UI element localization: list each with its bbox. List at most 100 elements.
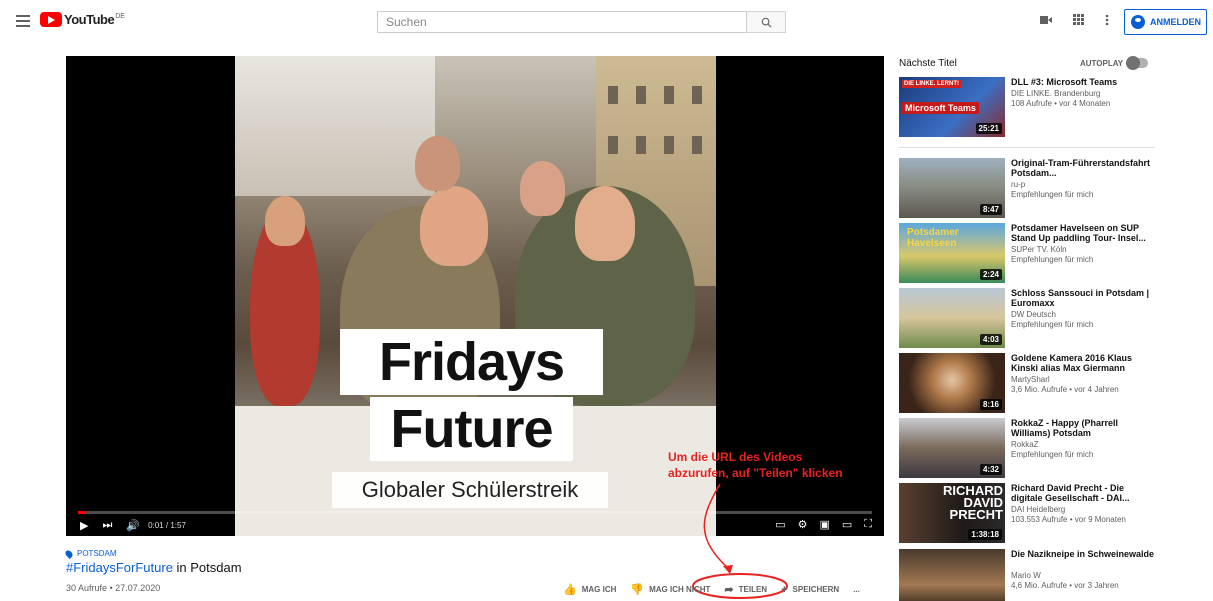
recommended-title: DLL #3: Microsoft Teams (1011, 77, 1118, 87)
share-button[interactable]: ➦ TEILEN (724, 583, 767, 596)
more-label: ... (853, 585, 860, 594)
thumbs-down-icon: 👎 (630, 584, 645, 596)
dislike-button[interactable]: 👎 MAG ICH NICHT (630, 583, 710, 596)
protester-face (265, 196, 305, 246)
sidebar-divider (899, 147, 1155, 148)
recommended-video[interactable]: Die Nazikneipe in Schweinewalde Mario W … (899, 549, 1155, 601)
recommended-channel: RokkaZ (1011, 440, 1039, 449)
theater-mode-icon[interactable]: ▭ (842, 518, 852, 531)
recommended-channel: ru-p (1011, 180, 1026, 189)
recommended-title: Die Nazikneipe in Schweinewalde (1011, 549, 1155, 559)
video-thumbnail[interactable]: 4:32 (899, 418, 1005, 478)
thumb-text: RICHARD DAVID PRECHT (943, 483, 1003, 522)
create-video-icon[interactable] (1039, 14, 1053, 28)
location-tag[interactable]: POTSDAM (64, 548, 117, 559)
logo-country: DE (115, 12, 125, 20)
youtube-logo[interactable]: YouTube DE (40, 12, 125, 27)
recommended-meta: 3,6 Mio. Aufrufe • vor 4 Jahren (1011, 385, 1119, 394)
account-icon (1131, 15, 1145, 29)
recommended-meta: 4,6 Mio. Aufrufe • vor 3 Jahren (1011, 581, 1119, 590)
play-logo-icon (40, 12, 62, 27)
overlay-title-line1: Fridays for (340, 329, 603, 458)
video-thumbnail[interactable]: 8:47 (899, 158, 1005, 218)
search-button[interactable] (747, 11, 786, 33)
thumb-text: Potsdamer Havelseen (907, 227, 959, 249)
dislike-label: MAG ICH NICHT (649, 585, 711, 594)
video-frame[interactable]: Fridays for Future Globaler Schülerstrei… (235, 56, 716, 536)
next-icon[interactable]: ⏭ (102, 519, 112, 532)
video-thumbnail[interactable]: 4:03 (899, 288, 1005, 348)
signin-button[interactable]: ANMELDEN (1124, 9, 1207, 35)
recommended-video[interactable]: 8:47 Original-Tram-Führerstandsfahrt Pot… (899, 158, 1155, 220)
recommended-channel: DAI Heidelberg (1011, 505, 1066, 514)
search-input[interactable]: Suchen (377, 11, 747, 33)
autoplay-toggle[interactable] (1126, 56, 1148, 70)
duration-badge: 8:16 (979, 399, 1002, 410)
recommended-title: Schloss Sanssouci in Potsdam | Euromaxx (1011, 288, 1150, 308)
thumb-badge: DIE LINKE. LERNT! (902, 80, 961, 88)
duration-badge: 8:47 (979, 204, 1002, 215)
location-pin-icon (64, 548, 74, 559)
search-icon (761, 17, 772, 28)
play-icon[interactable]: ▶ (80, 519, 88, 532)
video-thumbnail[interactable]: DIE LINKE. LERNT! Microsoft Teams 25:21 (899, 77, 1005, 137)
recommended-title: Potsdamer Havelseen on SUP Stand Up padd… (1011, 223, 1146, 243)
video-thumbnail[interactable]: 8:16 (899, 353, 1005, 413)
autoplay-label: AUTOPLAY (1080, 59, 1124, 68)
recommended-meta: Empfehlungen für mich (1011, 255, 1094, 264)
recommended-meta: 103.553 Aufrufe • vor 9 Monaten (1011, 515, 1126, 524)
video-thumbnail[interactable] (899, 549, 1005, 601)
recommended-video[interactable]: Potsdamer Havelseen 2:24 Potsdamer Havel… (899, 223, 1155, 285)
share-label: TEILEN (738, 585, 768, 594)
title-hashtag[interactable]: #FridaysForFuture (66, 560, 173, 575)
miniplayer-icon[interactable]: ▣ (819, 518, 829, 531)
video-thumbnail[interactable]: Potsdamer Havelseen 2:24 (899, 223, 1005, 283)
duration-badge: 1:38:18 (968, 529, 1002, 540)
time-display: 0:01 / 1:57 (148, 520, 186, 530)
recommended-title: Original-Tram-Führerstandsfahrt Potsdam.… (1011, 158, 1151, 178)
logo-text: YouTube (64, 12, 115, 27)
recommended-title: Richard David Precht - Die digitale Gese… (1011, 483, 1130, 503)
signin-label: ANMELDEN (1150, 17, 1201, 27)
add-playlist-icon: + (781, 583, 788, 596)
annotation-text: Um die URL des Videos abzurufen, auf "Te… (668, 449, 843, 481)
more-vertical-icon[interactable] (1100, 14, 1114, 28)
recommended-meta: Empfehlungen für mich (1011, 320, 1094, 329)
recommended-video[interactable]: 4:32 RokkaZ - Happy (Pharrell Williams) … (899, 418, 1155, 480)
like-label: MAG ICH (581, 585, 617, 594)
thumbs-up-icon: 👍 (563, 584, 577, 596)
duration-badge: 4:03 (979, 334, 1002, 345)
video-sky (235, 56, 435, 196)
protester-face (575, 186, 635, 261)
title-rest: in Potsdam (172, 560, 242, 575)
volume-icon[interactable]: 🔊 (126, 519, 140, 532)
duration-badge: 4:32 (979, 464, 1002, 475)
share-arrow-icon: ➦ (724, 584, 734, 596)
video-title: #FridaysForFuture in Potsdam (66, 560, 242, 575)
overlay-title-line2: Future (370, 397, 573, 461)
recommended-video[interactable]: 4:03 Schloss Sanssouci in Potsdam | Euro… (899, 288, 1155, 350)
recommended-title: RokkaZ - Happy (Pharrell Williams) Potsd… (1011, 418, 1119, 438)
recommended-channel: DW Deutsch (1011, 310, 1056, 319)
recommended-meta: 108 Aufrufe • vor 4 Monaten (1011, 99, 1111, 108)
fullscreen-icon[interactable]: ⛶ (864, 518, 872, 531)
views-date: 30 Aufrufe • 27.07.2020 (66, 583, 161, 593)
protester-face (420, 186, 488, 266)
recommended-video[interactable]: 8:16 Goldene Kamera 2016 Klaus Kinski al… (899, 353, 1155, 415)
thumb-text: Microsoft Teams (902, 102, 979, 114)
recommended-meta: Empfehlungen für mich (1011, 190, 1094, 199)
like-button[interactable]: 👍 MAG ICH (563, 583, 616, 596)
apps-grid-icon[interactable] (1071, 14, 1085, 28)
recommended-title: Goldene Kamera 2016 Klaus Kinski alias M… (1011, 353, 1133, 373)
protester-face (415, 136, 460, 191)
top-bar: YouTube DE Suchen ANMELDEN (0, 0, 1213, 44)
menu-icon[interactable] (16, 15, 30, 27)
more-actions-button[interactable]: ... (853, 585, 860, 594)
annotation-line1: Um die URL des Videos (668, 450, 803, 464)
recommended-video[interactable]: RICHARD DAVID PRECHT 1:38:18 Richard Dav… (899, 483, 1155, 545)
save-button[interactable]: + SPEICHERN (781, 584, 839, 596)
overlay-subtitle: Globaler Schülerstreik (332, 472, 608, 508)
save-label: SPEICHERN (792, 585, 840, 594)
video-thumbnail[interactable]: RICHARD DAVID PRECHT 1:38:18 (899, 483, 1005, 543)
recommended-video[interactable]: DIE LINKE. LERNT! Microsoft Teams 25:21 … (899, 77, 1155, 139)
